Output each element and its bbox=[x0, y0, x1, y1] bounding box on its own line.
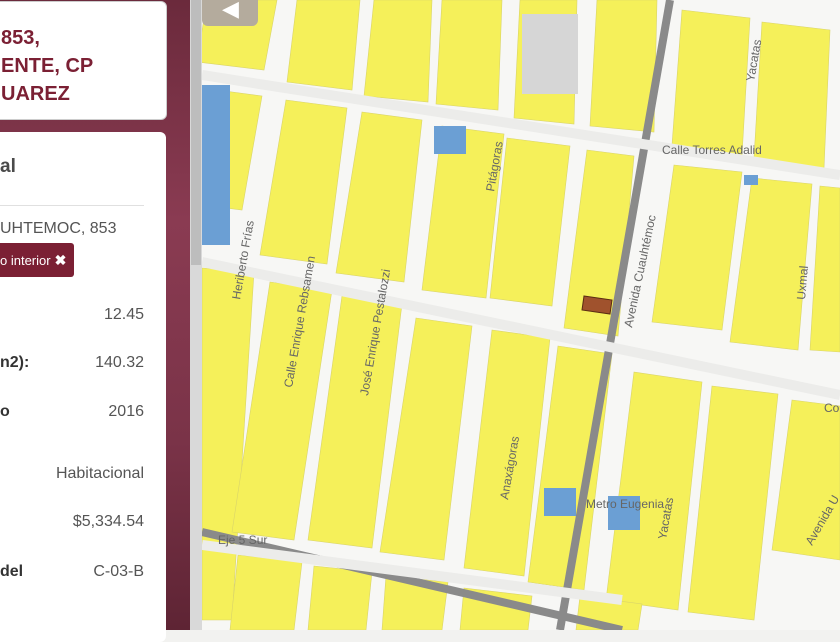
public-building bbox=[744, 175, 758, 185]
street-label-eje-5-sur: Eje 5 Sur bbox=[218, 533, 267, 547]
address-heading: 853, ENTE, CP UAREZ bbox=[1, 27, 94, 105]
filter-chip-interior[interactable]: o interior ✖ bbox=[0, 243, 75, 277]
row-value-3: 2016 bbox=[108, 403, 144, 420]
label-metro-eugenia: Metro Eugenia bbox=[586, 497, 664, 511]
street-label-uxmal: Uxmal bbox=[794, 265, 811, 300]
row-value-4: Habitacional bbox=[55, 465, 144, 482]
divider bbox=[0, 205, 144, 206]
property-info-card: al UHTEMOC, 853 o interior ✖ 12.45 n2): 1… bbox=[0, 132, 166, 642]
row-label-6: del bbox=[0, 563, 24, 580]
filter-chip-label: o interior bbox=[0, 253, 51, 268]
close-icon[interactable]: ✖ bbox=[55, 252, 67, 268]
row-label-2: n2): bbox=[0, 354, 30, 371]
row-value-1: 12.45 bbox=[103, 306, 144, 323]
address-card: 853, ENTE, CP UAREZ bbox=[0, 1, 167, 120]
chevron-left-icon: ◀ bbox=[222, 0, 239, 21]
public-building bbox=[434, 126, 466, 154]
public-building bbox=[544, 488, 576, 516]
map-view[interactable]: Calle Torres Adalid Yacatas Uxmal Pitágo… bbox=[202, 0, 840, 630]
street-label-torres-adalid: Calle Torres Adalid bbox=[662, 143, 762, 157]
sidebar-scrollbar[interactable] bbox=[190, 0, 202, 630]
row-value-5: $5,334.54 bbox=[72, 513, 144, 530]
info-card-title: al bbox=[0, 156, 16, 177]
scrollbar-thumb[interactable] bbox=[191, 0, 201, 265]
row-value-6: C-03-B bbox=[93, 563, 144, 580]
row-label-3: o bbox=[0, 403, 10, 420]
row-value-2: 140.32 bbox=[95, 354, 144, 371]
property-address: UHTEMOC, 853 bbox=[0, 220, 117, 237]
gray-building bbox=[522, 14, 578, 94]
street-label-co: Co bbox=[824, 401, 840, 415]
park-area bbox=[202, 85, 230, 245]
collapse-panel-button[interactable]: ◀ bbox=[202, 0, 258, 26]
